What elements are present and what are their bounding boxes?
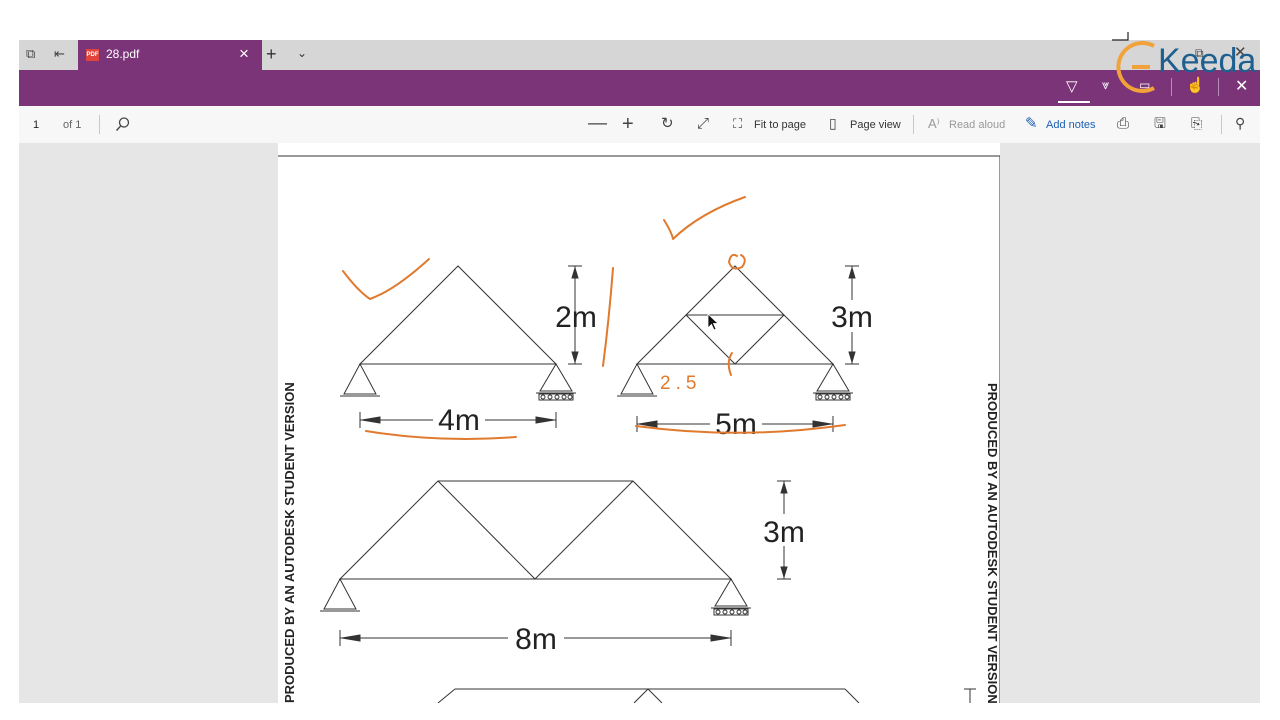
truss3-height-label: 3m <box>763 516 805 549</box>
ink-circle <box>728 253 746 270</box>
zoom-out-icon[interactable]: — <box>588 114 607 133</box>
read-aloud-button[interactable]: Read aloud <box>949 119 1005 131</box>
zoom-in-icon[interactable]: + <box>622 114 634 134</box>
ink-checkmark <box>663 196 746 240</box>
tab-title: 28.pdf <box>106 47 140 61</box>
print-icon[interactable]: ⎙ <box>1117 116 1129 131</box>
truss1-span-label: 4m <box>438 404 480 437</box>
toolbar-divider <box>99 115 100 134</box>
pin-support <box>617 362 657 397</box>
pin-support <box>320 577 360 612</box>
set-tabs-aside-icon[interactable]: ⇤ <box>54 47 65 60</box>
pdf-file-icon: PDF <box>86 49 99 61</box>
save-icon[interactable]: 🖫 <box>1154 116 1166 130</box>
fit-to-page-button[interactable]: Fit to page <box>754 119 806 131</box>
page-total: of 1 <box>63 119 82 131</box>
toolbar-divider <box>913 115 914 134</box>
ekeeda-logo: Keeda <box>1108 28 1258 100</box>
save-as-icon[interactable]: ⎘ <box>1191 116 1202 130</box>
highlighter-icon[interactable]: ▽ <box>1066 77 1078 95</box>
truss1-height-label: 2m <box>555 301 597 334</box>
pin-toolbar-icon[interactable]: ⚲ <box>1235 116 1245 130</box>
roller-support <box>711 578 751 616</box>
read-aloud-icon[interactable]: A⁾ <box>928 117 940 130</box>
student-version-stamp-left: PRODUCED BY AN AUTODESK STUDENT VERSION <box>282 382 297 703</box>
search-icon[interactable] <box>115 116 131 132</box>
truss-4-partial <box>437 688 976 703</box>
ekeeda-wordmark: Keeda <box>1158 42 1257 80</box>
fit-to-page-icon[interactable]: ⛶ <box>733 117 742 130</box>
selected-tool-underline <box>1058 101 1090 103</box>
roller-support <box>536 363 576 401</box>
rotate-icon[interactable]: ↻ <box>661 116 674 131</box>
page-number-input[interactable]: 1 <box>33 119 39 131</box>
truss-3 <box>338 480 733 580</box>
close-tab-icon[interactable]: × <box>239 44 249 64</box>
truss-drawing: 2m 4m 3m 5m 3m 8m PRODUCED BY AN AUTODES… <box>278 155 1000 703</box>
student-version-stamp-right: PRODUCED BY AN AUTODESK STUDENT VERSION <box>985 383 1000 703</box>
toolbar-divider <box>1221 115 1222 134</box>
page-view-button[interactable]: Page view <box>850 119 901 131</box>
truss2-span-label: 5m <box>715 408 757 441</box>
new-tab-icon[interactable]: + <box>266 45 277 63</box>
page-view-icon[interactable]: ▯ <box>829 116 837 130</box>
tab-actions-icon[interactable]: ⧉ <box>26 47 35 60</box>
truss2-height-label: 3m <box>831 301 873 334</box>
roller-support <box>813 363 853 401</box>
pdf-page[interactable]: 2m 4m 3m 5m 3m 8m PRODUCED BY AN AUTODES… <box>278 143 1000 703</box>
add-notes-button[interactable]: Add notes <box>1046 119 1096 131</box>
tab-list-chevron-icon[interactable]: ⌄ <box>297 47 307 59</box>
truss-2 <box>635 265 835 365</box>
pin-support <box>340 362 380 397</box>
ink-note: 2.5 <box>660 373 701 394</box>
truss3-span-label: 8m <box>515 623 557 656</box>
full-screen-icon[interactable]: ⤢ <box>697 116 709 131</box>
truss-1 <box>358 265 558 365</box>
add-notes-icon[interactable]: ✎ <box>1025 116 1038 131</box>
mouse-cursor-icon <box>707 313 719 331</box>
ink-checkmark <box>342 258 430 300</box>
ink-stroke <box>602 267 614 367</box>
